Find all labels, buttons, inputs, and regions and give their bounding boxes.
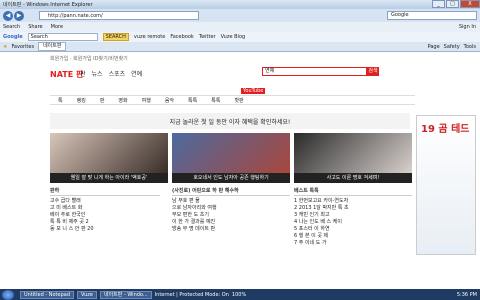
tools-menu[interactable]: Tools xyxy=(464,44,480,50)
forward-button[interactable]: ▶ xyxy=(14,10,24,21)
address-input[interactable]: http://pann.nate.com/ xyxy=(39,11,199,20)
address-bar-row: ◀ ▶ http://pann.nate.com/ Google xyxy=(0,9,480,22)
cat-item[interactable]: 음악 xyxy=(165,97,174,104)
menu-bar: Search Share More Sign In xyxy=(0,22,480,32)
nate-logo[interactable]: NATE 판 xyxy=(50,69,83,80)
google-toolbar: Google Search SEARCH vuze remote Faceboo… xyxy=(0,32,480,42)
start-button[interactable] xyxy=(2,289,14,300)
cat-item[interactable]: 영화 xyxy=(118,97,127,104)
category-bar: 톡 랭킹 판 영화 여행 음악 톡톡 톡톡 핫판 xyxy=(50,95,415,105)
maximize-button[interactable]: □ xyxy=(446,0,459,8)
top-links[interactable]: 회원가입 · 회원가입 ID찾기/비번찾기 xyxy=(50,55,430,63)
column-heading: 판하 xyxy=(50,188,160,196)
share-menu[interactable]: Share xyxy=(28,24,42,30)
nav-item[interactable]: 연예 xyxy=(131,69,142,78)
search-box[interactable]: Google xyxy=(387,11,477,20)
web-content: 회원가입 · 회원가입 ID찾기/비번찾기 NATE 판 판 뉴스 스포츠 연예… xyxy=(0,53,480,289)
title-bar: 네이트판 - Windows Internet Explorer _ □ X xyxy=(0,0,480,9)
list-item[interactable]: 고 미 베스트 화 xyxy=(50,205,160,212)
list-item[interactable]: 2 2013 1달 박지만 톡 초 xyxy=(294,205,412,212)
cat-item[interactable]: 여행 xyxy=(142,97,151,104)
nate-search-input[interactable]: 연예 xyxy=(262,67,367,76)
favorites-label[interactable]: Favorites xyxy=(11,44,34,50)
list-item[interactable]: 방송 부 명 데이트 판 xyxy=(172,226,290,233)
list-item[interactable]: 으로 남자아리와 여행 xyxy=(172,205,290,212)
minimize-button[interactable]: _ xyxy=(432,0,445,8)
close-button[interactable]: X xyxy=(460,0,480,8)
cat-item[interactable]: 판 xyxy=(100,97,105,104)
taskbar-item[interactable]: Untitled - Notepad xyxy=(20,290,75,299)
cat-item[interactable]: 톡톡 xyxy=(188,97,197,104)
list-item[interactable]: 남 부호 편 물 xyxy=(172,198,290,205)
sign-in-link[interactable]: Sign In xyxy=(459,24,480,30)
photo-3[interactable] xyxy=(294,133,412,173)
tab-nate[interactable]: 네이트판 xyxy=(38,42,67,51)
search-menu[interactable]: Search xyxy=(3,24,20,30)
window-title: 네이트판 - Windows Internet Explorer xyxy=(3,2,93,8)
list-item[interactable]: 5 포스터 이 하연 xyxy=(294,226,412,233)
nate-search-button[interactable]: 검색 xyxy=(367,67,379,76)
photo-caption[interactable]: 사고도 이룬 명호 걱세며! xyxy=(294,173,412,183)
zoom-level[interactable]: 100% xyxy=(232,292,246,298)
promo-banner[interactable]: 지금 놀라운 첫 일 동안 이자 혜택을 확인하세요! xyxy=(50,113,410,129)
toolbar-link[interactable]: vuze remote xyxy=(134,34,165,40)
back-button[interactable]: ◀ xyxy=(3,10,13,21)
list-item[interactable]: 베이 추로 한국인 xyxy=(50,212,160,219)
list-item[interactable]: 3 캐빈 인기 최고 xyxy=(294,212,412,219)
taskbar-item[interactable]: Vuze xyxy=(77,290,97,299)
taskbar: Untitled - Notepad Vuze 네이트판 - Windo... … xyxy=(0,289,480,300)
google-search-button[interactable]: SEARCH xyxy=(102,33,129,41)
list-item[interactable]: 6 행 본 이 곳 제 xyxy=(294,233,412,240)
list-item[interactable]: 1 한번보고요 카이-연도자 xyxy=(294,198,412,205)
google-search-input[interactable]: Search xyxy=(27,33,98,41)
list-item[interactable]: 톡 톡 비 제주 곳 2 xyxy=(50,219,160,226)
clock: 5:36 PM xyxy=(456,291,477,298)
photo-caption[interactable]: 호오네서 인도 남자아 공존 행팅하기 xyxy=(172,173,290,183)
google-brand: Google xyxy=(3,34,23,40)
toolbar-link[interactable]: Twitter xyxy=(199,34,216,40)
photo-caption[interactable]: 웬일 잘 맞 니게 하는 아이라 '액호공' xyxy=(50,173,168,183)
star-icon[interactable]: ★ xyxy=(3,44,7,50)
cat-item[interactable]: 톡톡 xyxy=(211,97,220,104)
toolbar-link[interactable]: Facebook xyxy=(170,34,194,40)
column-3: 베스트 톡톡 1 한번보고요 카이-연도자 2 2013 1달 박지만 톡 초 … xyxy=(294,188,412,247)
list-item[interactable]: 4 나는 인도 베 스 케이 xyxy=(294,219,412,226)
list-item[interactable]: 부모 편한 도 초기 xyxy=(172,212,290,219)
top-nav: 판 뉴스 스포츠 연예 xyxy=(80,69,142,78)
side-ad[interactable]: 19 곰 테드 xyxy=(416,115,476,255)
ad-title: 19 곰 테드 xyxy=(421,124,470,135)
cat-item[interactable]: 톡 xyxy=(58,97,63,104)
nav-item[interactable]: 판 xyxy=(80,69,86,78)
cat-item[interactable]: 랭킹 xyxy=(77,97,86,104)
column-2: (사진로) 어린으로 하 판 해수하 남 부호 편 물 으로 남자아리와 여행 … xyxy=(172,188,290,233)
safety-menu[interactable]: Safety xyxy=(444,44,460,50)
nav-item[interactable]: 스포츠 xyxy=(109,69,126,78)
taskbar-item[interactable]: 네이트판 - Windo... xyxy=(99,290,152,299)
nav-item[interactable]: 뉴스 xyxy=(92,69,103,78)
list-item[interactable]: 7 주 이네 도 가 xyxy=(294,240,412,247)
toolbar-link[interactable]: Vuze Blog xyxy=(221,34,246,40)
more-menu[interactable]: More xyxy=(51,24,63,30)
column-heading: (사진로) 어린으로 하 판 해수하 xyxy=(172,188,290,196)
youtube-badge[interactable]: YouTube xyxy=(241,88,266,94)
status-text: Internet | Protected Mode: On xyxy=(154,291,229,298)
photo-2[interactable] xyxy=(172,133,290,173)
tab-row: ★ Favorites 네이트판 Page Safety Tools xyxy=(0,42,480,52)
list-item[interactable]: 이 한 가 결과를 예진 xyxy=(172,219,290,226)
page-menu[interactable]: Page xyxy=(428,44,440,50)
list-item[interactable]: 고수 곱다 빨래 xyxy=(50,198,160,205)
cat-item[interactable]: 핫판 xyxy=(234,97,243,104)
column-1: 판하 고수 곱다 빨래 고 미 베스트 화 베이 추로 한국인 톡 톡 비 제주… xyxy=(50,188,160,233)
column-heading: 베스트 톡톡 xyxy=(294,188,412,196)
list-item[interactable]: 동 모 니 스 안 판 20 xyxy=(50,226,160,233)
photo-1[interactable] xyxy=(50,133,168,173)
